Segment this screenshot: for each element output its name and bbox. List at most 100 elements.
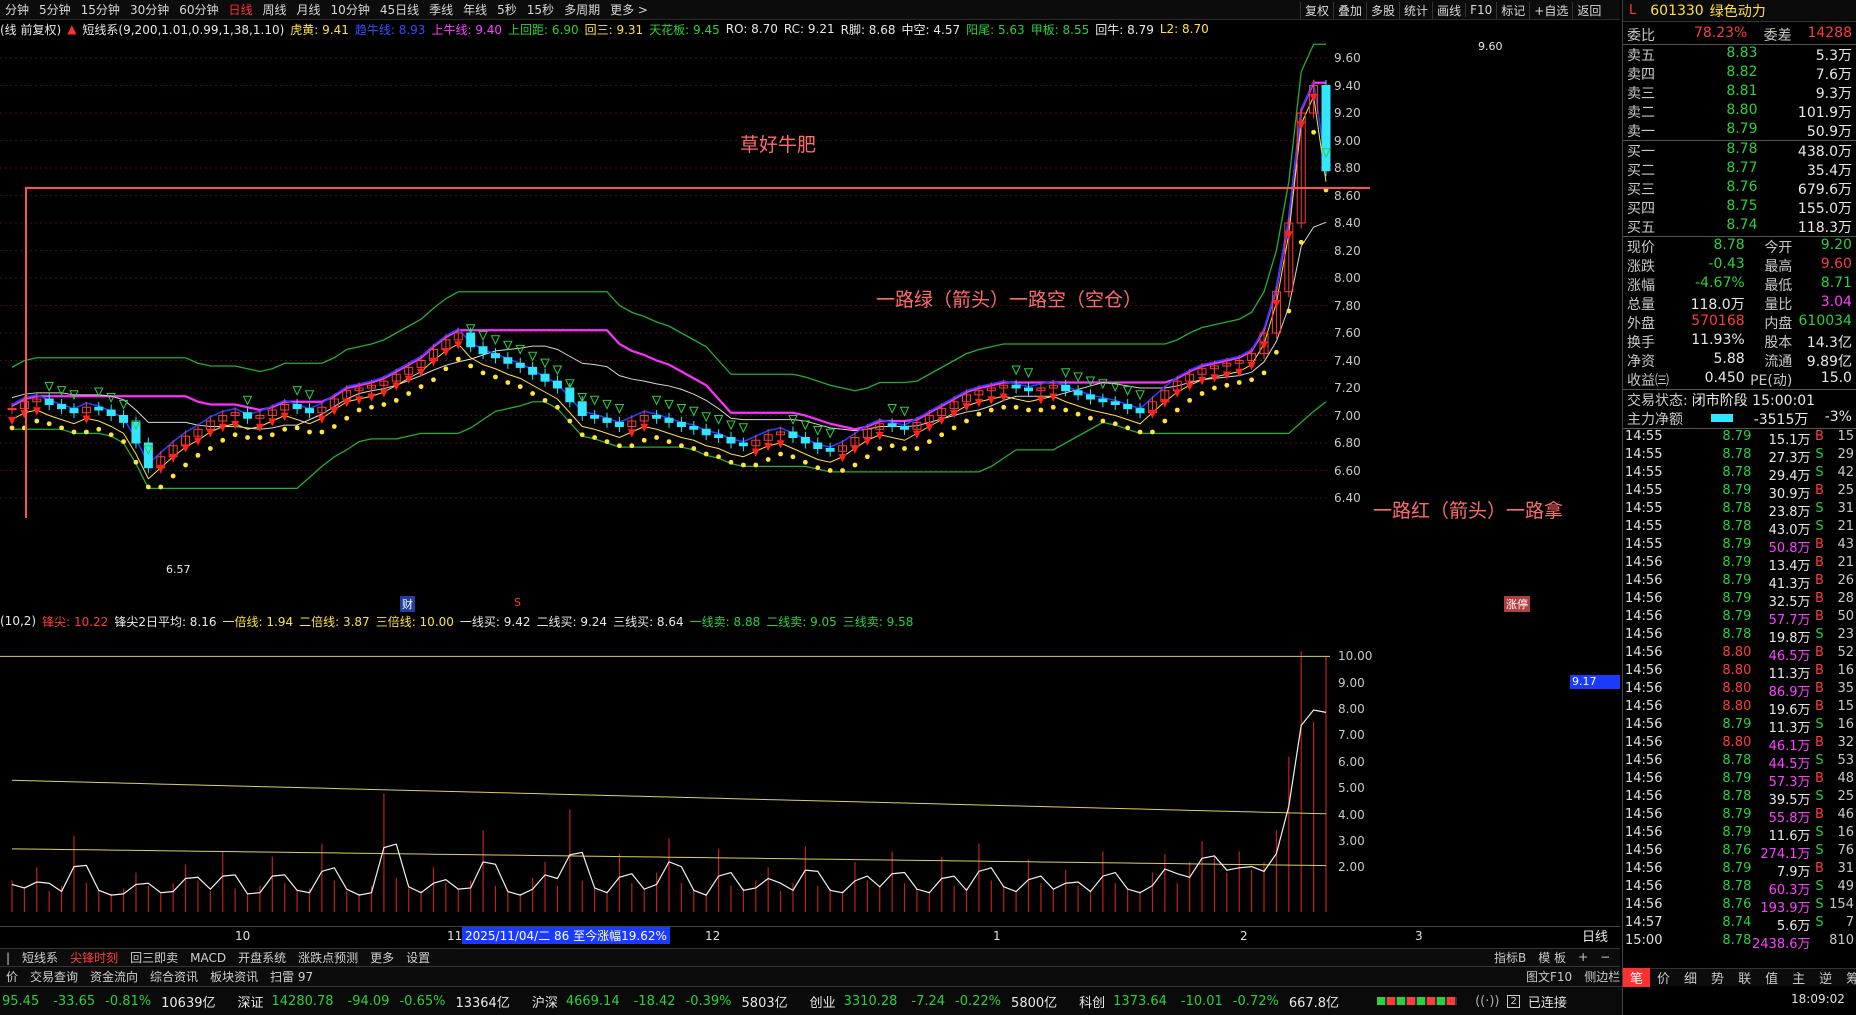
finance-marker[interactable]: 财 — [400, 596, 415, 612]
tick-row[interactable]: 14:57 8.74 5.6万 S 7 — [1623, 915, 1856, 934]
chart-tool-button[interactable]: 返回 — [1572, 1, 1605, 19]
tick-row[interactable]: 14:56 8.78 39.5万 S 25 — [1623, 789, 1856, 808]
stock-name[interactable]: 绿色动力 — [1710, 1, 1766, 21]
info-tab-right[interactable]: 侧边栏 — [1578, 968, 1626, 985]
sub-indicator-params[interactable]: (10,2) — [0, 614, 36, 628]
tick-row[interactable]: 14:56 8.79 7.9万 B 31 — [1623, 861, 1856, 880]
tick-row[interactable]: 14:56 8.80 46.5万 B 52 — [1623, 645, 1856, 664]
tick-row[interactable]: 14:56 8.80 46.1万 B 32 — [1623, 735, 1856, 754]
tick-row[interactable]: 14:56 8.79 11.6万 S 16 — [1623, 825, 1856, 844]
period-tab[interactable]: 15分钟 — [76, 1, 125, 18]
tick-row[interactable]: 14:56 8.79 41.3万 B 26 — [1623, 573, 1856, 592]
quote-tab[interactable]: 细 — [1677, 968, 1704, 987]
quote-tab[interactable]: 价 — [1650, 968, 1677, 987]
tick-row[interactable]: 14:56 8.80 19.6万 B 15 — [1623, 699, 1856, 718]
index-item[interactable]: 深证 14280.78 -94.09 -0.65% 13364亿 — [238, 992, 518, 1011]
tick-row[interactable]: 14:55 8.78 23.8万 S 31 — [1623, 501, 1856, 520]
chart-tool-button[interactable]: 标记 — [1496, 1, 1529, 19]
price-chart[interactable] — [0, 38, 1370, 518]
quote-tab[interactable]: 联 — [1731, 968, 1758, 987]
info-tab[interactable]: 扫雷 97 — [264, 968, 319, 985]
tick-row[interactable]: 14:56 8.79 57.7万 B 50 — [1623, 609, 1856, 628]
chart-tool-button[interactable]: 多股 — [1366, 1, 1399, 19]
tick-row[interactable]: 14:56 8.78 19.8万 S 23 — [1623, 627, 1856, 646]
period-tab[interactable]: 月线 — [292, 1, 326, 18]
period-tab[interactable]: 周线 — [258, 1, 292, 18]
info-tab[interactable]: 价 — [0, 968, 24, 985]
tick-row[interactable]: 14:56 8.80 11.3万 B 16 — [1623, 663, 1856, 682]
chart-tool-button[interactable]: +自选 — [1529, 1, 1572, 19]
tick-row[interactable]: 14:55 8.79 15.1万 B 15 — [1623, 429, 1856, 448]
period-tab[interactable]: 30分钟 — [125, 1, 174, 18]
period-tab[interactable]: 年线 — [458, 1, 492, 18]
tick-row[interactable]: 14:56 8.79 32.5万 B 28 — [1623, 591, 1856, 610]
indicator-tab[interactable]: 设置 — [400, 949, 436, 966]
period-tab[interactable]: 日线 — [224, 1, 258, 18]
indicator-arrow-icon[interactable]: ▲ — [67, 22, 76, 36]
tick-row[interactable]: 14:55 8.79 30.9万 B 25 — [1623, 483, 1856, 502]
tick-row[interactable]: 14:56 8.78 60.3万 S 49 — [1623, 879, 1856, 898]
quote-tab[interactable]: 主 — [1785, 968, 1812, 987]
index-item[interactable]: 95.45 -33.65 -0.81% 10639亿 — [2, 992, 224, 1011]
tick-row[interactable]: 15:00 8.78 2438.6万 810 — [1623, 933, 1856, 952]
indicator-tab[interactable]: 更多 — [364, 949, 400, 966]
chart-tool-button[interactable]: 叠加 — [1333, 1, 1366, 19]
index-item[interactable]: 科创 1373.64 -10.01 -0.72% 667.8亿 — [1079, 992, 1347, 1011]
quote-tab[interactable]: 筹 — [1839, 968, 1856, 987]
period-tab[interactable]: 10分钟 — [326, 1, 375, 18]
index-item[interactable]: 沪深 4669.14 -18.42 -0.39% 5803亿 — [532, 992, 796, 1011]
sell-marker[interactable]: S — [514, 596, 521, 609]
period-tab[interactable]: 季线 — [424, 1, 458, 18]
indicator-tab-right[interactable]: − — [1594, 950, 1616, 964]
period-tab[interactable]: 45日线 — [375, 1, 424, 18]
period-tab[interactable]: 5秒 — [492, 1, 522, 18]
period-tab[interactable]: 更多 > — [605, 1, 653, 18]
chart-tool-button[interactable]: 统计 — [1399, 1, 1432, 19]
tick-list[interactable]: 14:55 8.79 15.1万 B 15 14:55 8.78 27.3万 S 29 14:55 8… — [1623, 429, 1856, 952]
indicator-tab[interactable]: 回三即卖 — [124, 949, 184, 966]
indicator-tab-right[interactable]: 模 板 — [1532, 949, 1572, 966]
tick-row[interactable]: 14:56 8.79 57.3万 B 48 — [1623, 771, 1856, 790]
stock-code[interactable]: 601330 — [1650, 3, 1703, 19]
quote-tab[interactable]: 值 — [1758, 968, 1785, 987]
period-tab[interactable]: 60分钟 — [174, 1, 223, 18]
tick-row[interactable]: 14:56 8.76 193.9万 S 154 — [1623, 897, 1856, 916]
quote-tab[interactable]: 势 — [1704, 968, 1731, 987]
quote-tab[interactable]: 笔 — [1623, 968, 1651, 987]
tick-row[interactable]: 14:56 8.76 274.1万 S 76 — [1623, 843, 1856, 862]
candle — [800, 437, 810, 444]
chart-tool-button[interactable]: 复权 — [1300, 1, 1333, 19]
info-tab-right[interactable]: 图文F10 — [1520, 968, 1578, 985]
info-tab[interactable]: 交易查询 — [24, 968, 84, 985]
indicator-tab[interactable]: 涨跌点预测 — [292, 949, 364, 966]
tick-row[interactable]: 14:55 8.78 27.3万 S 29 — [1623, 447, 1856, 466]
info-tab[interactable]: 综合资讯 — [144, 968, 204, 985]
indicator-tab-right[interactable]: 指标B — [1488, 949, 1532, 966]
tick-row[interactable]: 14:55 8.78 29.4万 S 42 — [1623, 465, 1856, 484]
tick-row[interactable]: 14:56 8.78 44.5万 S 53 — [1623, 753, 1856, 772]
indicator-tab-right[interactable]: + — [1572, 950, 1594, 964]
indicator-tab[interactable]: 开盘系统 — [232, 949, 292, 966]
indicator-tab[interactable]: 尖锋时刻 — [64, 949, 124, 966]
tick-row[interactable]: 14:56 8.79 55.8万 B 46 — [1623, 807, 1856, 826]
indicator-tab[interactable]: 短线系 — [16, 949, 64, 966]
tick-row[interactable]: 14:56 8.79 13.4万 B 21 — [1623, 555, 1856, 574]
period-tab[interactable]: 15秒 — [522, 1, 559, 18]
tick-row[interactable]: 14:55 8.79 50.8万 B 43 — [1623, 537, 1856, 556]
chart-tool-button[interactable]: F10 — [1465, 3, 1496, 17]
tick-row[interactable]: 14:56 8.79 11.3万 S 16 — [1623, 717, 1856, 736]
period-tab[interactable]: 多周期 — [559, 1, 605, 18]
info-tab[interactable]: 板块资讯 — [204, 968, 264, 985]
index-item[interactable]: 创业 3310.28 -7.24 -0.22% 5800亿 — [810, 992, 1066, 1011]
peak-indicator-chart[interactable] — [0, 630, 1330, 925]
tick-row[interactable]: 14:55 8.78 43.0万 S 21 — [1623, 519, 1856, 538]
indicator-tab[interactable]: MACD — [184, 951, 232, 965]
quote-tab[interactable]: 逆 — [1812, 968, 1839, 987]
tick-row[interactable]: 14:56 8.80 86.9万 B 35 — [1623, 681, 1856, 700]
info-tab[interactable]: 资金流向 — [84, 968, 144, 985]
chart-tool-button[interactable]: 画线 — [1432, 1, 1465, 19]
period-tab[interactable]: 分钟 — [0, 1, 34, 18]
indicator-name[interactable]: 短线系(9,200,1.01,0.99,1,38,1.10) — [82, 21, 284, 38]
period-tab[interactable]: 5分钟 — [34, 1, 76, 18]
chart-adjust-label[interactable]: (线 前复权) — [0, 21, 61, 38]
